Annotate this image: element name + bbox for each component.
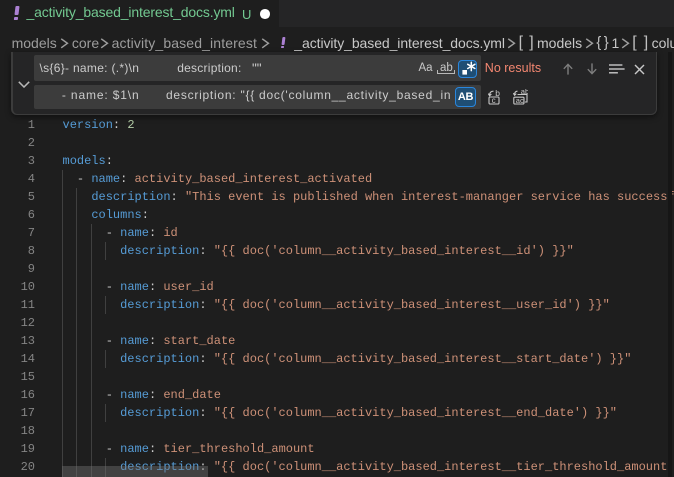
svg-text:ab: ab [521,89,528,96]
svg-text:ac: ac [516,96,524,105]
svg-text:c: c [491,96,495,105]
svg-text:b: b [495,89,500,98]
